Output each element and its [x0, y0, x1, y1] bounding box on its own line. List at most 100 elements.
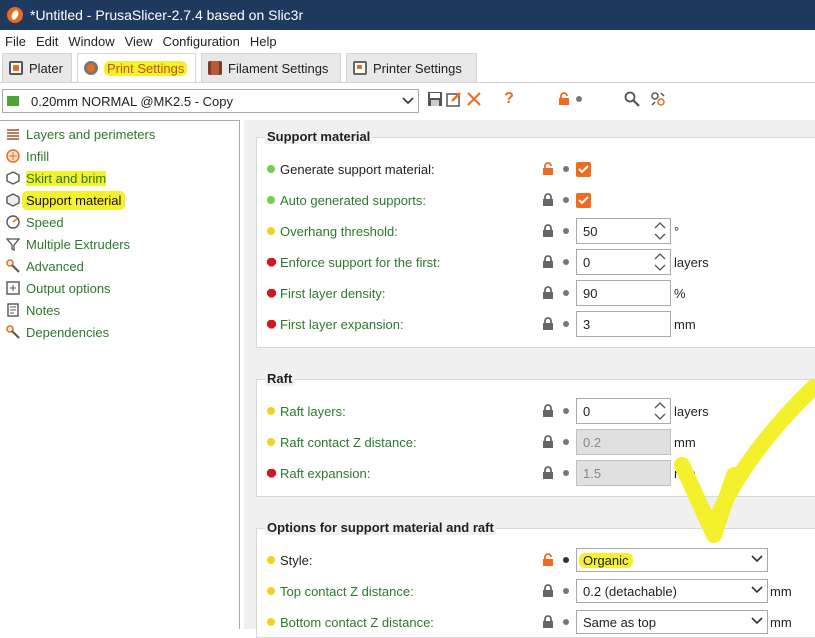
bullet-dot-icon: [570, 90, 588, 108]
preset-name: 0.20mm NORMAL @MK2.5 - Copy: [31, 93, 233, 109]
value-dot-icon[interactable]: [563, 619, 569, 625]
select-value: Same as top: [583, 614, 656, 630]
settings-page: Support material Generate support materi…: [244, 120, 815, 638]
sidebar-item-output-options[interactable]: Output options: [6, 278, 111, 298]
option-label: Generate support material:: [280, 161, 435, 177]
option-label: Overhang threshold:: [280, 223, 398, 239]
value-dot-icon[interactable]: [563, 197, 569, 203]
rename-icon[interactable]: [445, 90, 463, 108]
lock-icon[interactable]: [541, 255, 555, 269]
lock-icon[interactable]: [541, 193, 555, 207]
unlocked-icon[interactable]: [541, 162, 555, 176]
sidebar-item-support-material[interactable]: Support material: [6, 190, 126, 210]
option-label: Auto generated supports:: [280, 192, 426, 208]
tab-printer-settings[interactable]: Printer Settings: [346, 53, 477, 83]
save-icon[interactable]: [426, 90, 444, 108]
value-dot-icon[interactable]: [563, 439, 569, 445]
menu-window[interactable]: Window: [63, 34, 119, 49]
sidebar-item-infill[interactable]: Infill: [6, 146, 49, 166]
top-contact-z-select[interactable]: 0.2 (detachable): [576, 579, 768, 603]
auto-generated-supports-checkbox[interactable]: [576, 192, 591, 208]
menu-bar: File Edit Window View Configuration Help: [0, 30, 815, 52]
unit-label: mm: [770, 614, 792, 630]
wrench-icon: [6, 325, 20, 339]
menu-view[interactable]: View: [120, 34, 158, 49]
chevron-down-icon: [751, 586, 763, 594]
sidebar-item-advanced[interactable]: Advanced: [6, 256, 84, 276]
tab-print-settings[interactable]: Print Settings: [77, 53, 196, 83]
advanced-mode-bullet-icon: [267, 227, 275, 235]
enforce-support-spinner[interactable]: 0: [576, 249, 671, 275]
value-dot-icon[interactable]: [563, 259, 569, 265]
option-label: Raft contact Z distance:: [280, 434, 417, 450]
flag-icon: [7, 96, 19, 106]
sidebar-item-dependencies[interactable]: Dependencies: [6, 322, 109, 342]
sidebar-item-speed[interactable]: Speed: [6, 212, 64, 232]
sidebar-item-skirt-and-brim[interactable]: Skirt and brim: [6, 168, 107, 188]
first-layer-density-field[interactable]: 90: [576, 280, 671, 306]
sidebar-item-label: Layers and perimeters: [26, 126, 156, 142]
value-dot-icon[interactable]: [563, 228, 569, 234]
filament-spool-icon: [208, 61, 222, 75]
option-label: Raft layers:: [280, 403, 346, 419]
lock-icon[interactable]: [541, 466, 555, 480]
tab-plater[interactable]: Plater: [2, 53, 72, 83]
generate-support-checkbox[interactable]: [576, 161, 591, 177]
spinner-value: 0: [583, 254, 591, 270]
window-title: *Untitled - PrusaSlicer-2.7.4 based on S…: [30, 7, 304, 23]
lock-icon[interactable]: [541, 224, 555, 238]
menu-file[interactable]: File: [0, 34, 31, 49]
search-icon[interactable]: [623, 90, 641, 108]
lock-icon[interactable]: [541, 435, 555, 449]
option-label: First layer expansion:: [280, 316, 404, 332]
option-label: Enforce support for the first:: [280, 254, 441, 270]
style-select[interactable]: Organic: [576, 548, 768, 572]
value-dot-icon[interactable]: [563, 557, 569, 563]
lock-icon[interactable]: [541, 615, 555, 629]
spinner-arrows-icon[interactable]: [652, 251, 668, 273]
value-dot-icon[interactable]: [563, 408, 569, 414]
compare-icon[interactable]: [649, 90, 667, 108]
advanced-mode-bullet-icon: [267, 407, 275, 415]
unit-label: mm: [674, 316, 696, 332]
sidebar-item-label: Notes: [26, 302, 60, 318]
value-dot-icon[interactable]: [563, 470, 569, 476]
gear-icon: [84, 61, 98, 75]
lock-icon[interactable]: [541, 286, 555, 300]
group-title: Raft: [265, 371, 295, 386]
sidebar-item-notes[interactable]: Notes: [6, 300, 60, 320]
unit-label: mm: [770, 583, 792, 599]
tab-plater-label: Plater: [29, 60, 63, 76]
preset-select[interactable]: 0.20mm NORMAL @MK2.5 - Copy: [2, 89, 419, 113]
first-layer-expansion-field[interactable]: 3: [576, 311, 671, 337]
menu-edit[interactable]: Edit: [31, 34, 63, 49]
bottom-contact-z-select[interactable]: Same as top: [576, 610, 768, 634]
lock-icon[interactable]: [541, 584, 555, 598]
layers-icon: [7, 129, 19, 140]
overhang-threshold-spinner[interactable]: 50: [576, 218, 671, 244]
value-dot-icon[interactable]: [563, 321, 569, 327]
support-icon: [6, 193, 20, 207]
unlocked-icon[interactable]: [541, 553, 555, 567]
select-value: Organic: [579, 552, 633, 568]
sidebar-item-layers-and-perimeters[interactable]: Layers and perimeters: [6, 124, 155, 144]
support-material-group: Support material Generate support materi…: [256, 129, 815, 348]
lock-icon[interactable]: [541, 404, 555, 418]
value-dot-icon[interactable]: [563, 290, 569, 296]
menu-configuration[interactable]: Configuration: [158, 34, 245, 49]
spinner-arrows-icon[interactable]: [652, 220, 668, 242]
advanced-mode-bullet-icon: [267, 556, 275, 564]
sidebar-item-multiple-extruders[interactable]: Multiple Extruders: [6, 234, 130, 254]
skirt-icon: [6, 171, 20, 185]
delete-icon[interactable]: [465, 90, 483, 108]
row-style: Style: Organic: [257, 547, 815, 573]
value-dot-icon[interactable]: [563, 166, 569, 172]
menu-help[interactable]: Help: [245, 34, 282, 49]
tab-filament-settings[interactable]: Filament Settings: [201, 53, 341, 83]
help-icon[interactable]: ?: [500, 90, 518, 108]
value-dot-icon[interactable]: [563, 588, 569, 594]
notes-icon: [7, 303, 19, 317]
printer-icon: [353, 61, 367, 75]
row-first-layer-expansion: First layer expansion: 3 mm: [257, 311, 815, 337]
lock-icon[interactable]: [541, 317, 555, 331]
